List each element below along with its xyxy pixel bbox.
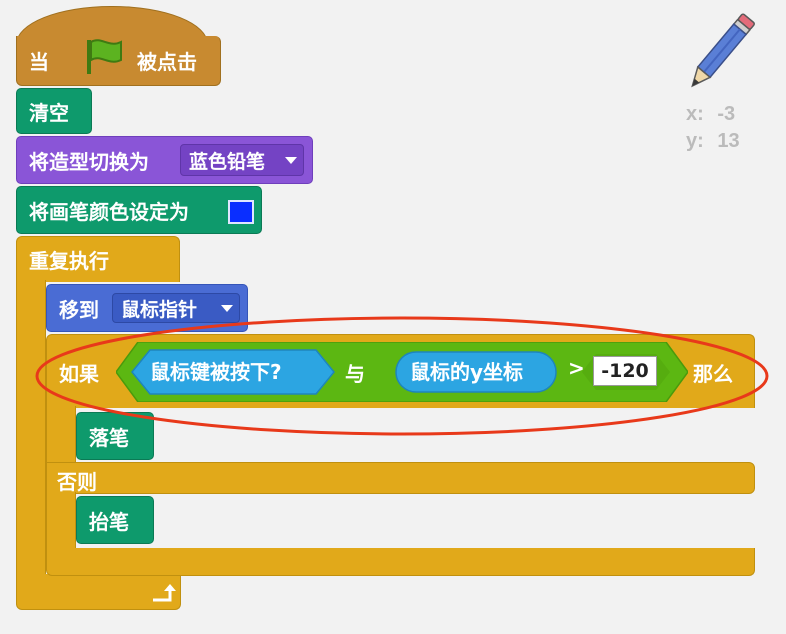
if-arm-2 bbox=[46, 492, 76, 550]
number-input[interactable]: -120 bbox=[593, 356, 657, 386]
go-to-target-dropdown[interactable]: 鼠标指针 bbox=[112, 293, 240, 323]
go-to-target-value: 鼠标指针 bbox=[121, 298, 198, 321]
green-flag-icon bbox=[87, 39, 122, 74]
x-coordinate: x: -3 bbox=[686, 103, 735, 126]
y-coordinate: y: 13 bbox=[686, 130, 740, 153]
x-label: x: bbox=[686, 103, 704, 125]
chevron-down-icon bbox=[221, 305, 233, 312]
forever-block-top[interactable]: 重复执行 bbox=[16, 236, 180, 282]
mouse-y-label: 鼠标的y坐标 bbox=[410, 360, 524, 384]
set-pen-color-label: 将画笔颜色设定为 bbox=[29, 199, 189, 224]
pen-up-label: 抬笔 bbox=[89, 509, 129, 534]
when-label: 当 bbox=[29, 50, 49, 74]
if-arm-1 bbox=[46, 406, 76, 464]
pen-down-block[interactable]: 落笔 bbox=[76, 412, 154, 460]
mouse-down-label: 鼠标键被按下? bbox=[150, 360, 282, 384]
forever-label: 重复执行 bbox=[29, 249, 109, 273]
costume-value: 蓝色铅笔 bbox=[189, 150, 266, 173]
pen-up-block[interactable]: 抬笔 bbox=[76, 496, 154, 544]
y-value: 13 bbox=[717, 130, 740, 152]
x-value: -3 bbox=[717, 103, 736, 125]
y-label: y: bbox=[686, 130, 704, 152]
pencil-icon bbox=[691, 13, 755, 88]
pen-down-label: 落笔 bbox=[89, 425, 129, 450]
and-label: 与 bbox=[345, 362, 365, 386]
then-label: 那么 bbox=[693, 362, 733, 386]
loop-arrow-icon bbox=[153, 584, 176, 602]
else-section[interactable]: 否则 bbox=[46, 462, 755, 494]
chevron-down-icon bbox=[285, 157, 297, 164]
forever-block-arm bbox=[16, 280, 46, 576]
else-label: 否则 bbox=[57, 470, 97, 494]
when-flag-clicked-block[interactable]: 当 被点击 bbox=[16, 36, 221, 86]
clear-block[interactable]: 清空 bbox=[16, 88, 92, 134]
costume-dropdown[interactable]: 蓝色铅笔 bbox=[180, 144, 304, 176]
greater-than-label: > bbox=[568, 356, 585, 380]
set-pen-color-block[interactable]: 将画笔颜色设定为 bbox=[16, 186, 262, 234]
if-label: 如果 bbox=[59, 362, 99, 386]
pen-color-swatch[interactable] bbox=[228, 200, 254, 224]
clear-label: 清空 bbox=[29, 100, 69, 125]
number-value: -120 bbox=[601, 360, 649, 382]
switch-costume-label: 将造型切换为 bbox=[29, 149, 149, 174]
clicked-label: 被点击 bbox=[137, 50, 197, 74]
go-to-label: 移到 bbox=[59, 297, 99, 322]
if-else-block-bottom bbox=[46, 548, 755, 576]
